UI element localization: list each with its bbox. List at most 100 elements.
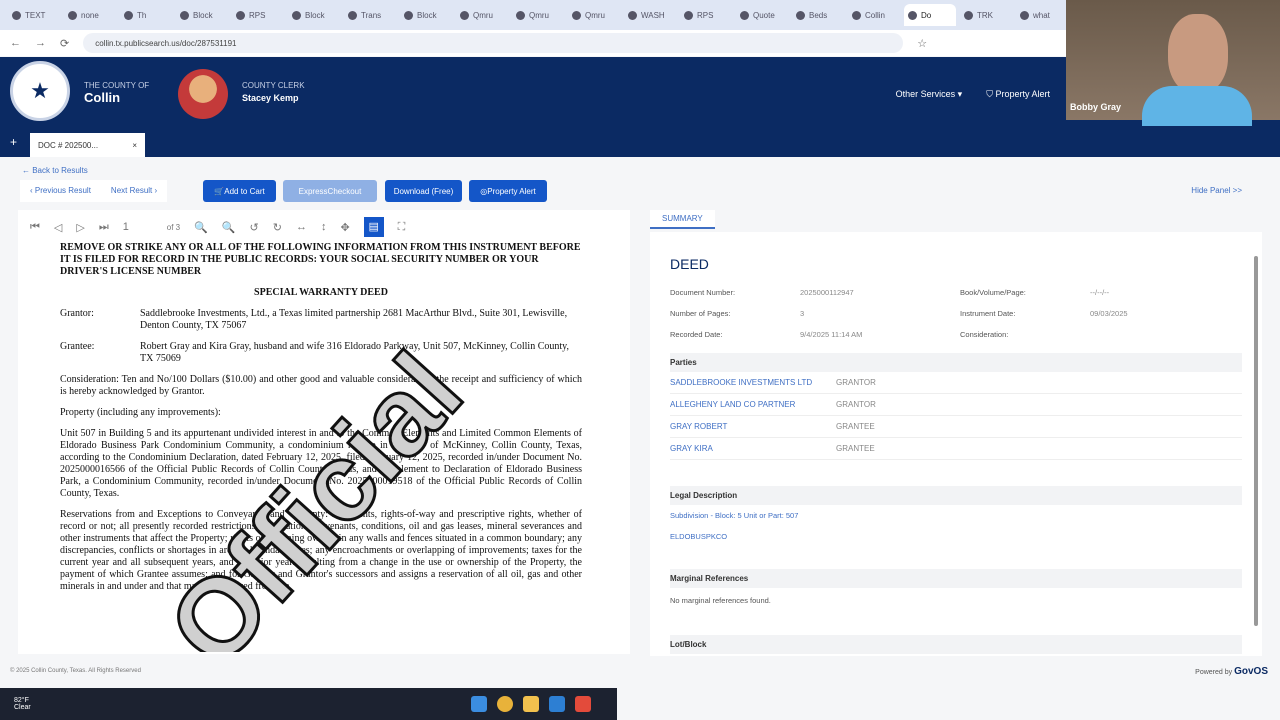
property-alert-button[interactable]: ◎ Property Alert — [469, 180, 547, 202]
hide-panel-link[interactable]: Hide Panel >> — [1191, 186, 1242, 195]
browser-tab-label: Block — [305, 10, 325, 20]
browser-tab-label: TEXT — [25, 10, 46, 20]
app-icon[interactable] — [548, 696, 565, 712]
browser-tab[interactable]: Qmru — [456, 4, 508, 26]
page-view-icon[interactable]: ▤ — [363, 217, 384, 237]
party-name-link[interactable]: GRAY ROBERT — [670, 422, 836, 431]
browser-tab-label: Qmru — [585, 10, 605, 20]
summary-panel: SUMMARY DEED Document Number: 20250001129… — [650, 210, 1262, 656]
browser-tab[interactable]: WASH — [624, 4, 676, 26]
field-label: Book/Volume/Page: — [960, 288, 1026, 297]
favicon-icon — [348, 10, 357, 20]
start-icon[interactable] — [470, 696, 487, 712]
next-result-button[interactable]: Next Result › — [101, 180, 167, 202]
bookmark-star-icon[interactable]: ☆ — [917, 37, 927, 50]
deed-title: SPECIAL WARRANTY DEED — [254, 287, 388, 298]
browser-tab[interactable]: Beds — [792, 4, 844, 26]
back-icon[interactable]: ← — [10, 37, 21, 49]
first-page-icon[interactable]: ⏮ — [30, 221, 40, 234]
field-label: Consideration: — [960, 330, 1009, 339]
browser-tab[interactable]: Block — [400, 4, 452, 26]
chrome-icon[interactable] — [496, 696, 513, 712]
file-explorer-icon[interactable] — [522, 696, 539, 712]
browser-tab[interactable]: Th — [120, 4, 172, 26]
field-value — [1090, 330, 1230, 339]
browser-tab[interactable]: Block — [288, 4, 340, 26]
browser-tab-label: Trans — [361, 10, 382, 20]
browser-tab[interactable]: Qmru — [568, 4, 620, 26]
field-label: Number of Pages: — [670, 309, 731, 318]
browser-tab[interactable]: Do — [904, 4, 956, 26]
browser-tab-label: RPS — [697, 10, 714, 20]
prev-page-icon[interactable]: ◁ — [54, 221, 62, 234]
last-page-icon[interactable]: ⏭ — [99, 221, 109, 234]
zoom-in-icon[interactable]: 🔍 — [222, 221, 236, 234]
back-to-results-link[interactable]: ← Back to Results — [22, 166, 88, 175]
reload-icon[interactable]: ⟳ — [60, 37, 69, 50]
weather-widget[interactable]: 82°F Clear — [14, 697, 31, 711]
browser-tab[interactable]: RPS — [680, 4, 732, 26]
party-role: GRANTEE — [836, 422, 875, 431]
fit-height-icon[interactable]: ↕ — [321, 221, 327, 233]
clerk-name: Stacey Kemp — [242, 93, 299, 103]
browser-tab-label: TRK — [977, 10, 993, 20]
document-viewer: ⏮ ◁ ▷ ⏭ 1 of 3 🔍 🔍 ↺ ↻ ↔ ↕ ✥ ▤ ⛶ REMOVE … — [18, 210, 630, 654]
fit-width-icon[interactable]: ↔ — [296, 221, 307, 233]
favicon-icon — [852, 10, 861, 20]
browser-tab[interactable]: Block — [176, 4, 228, 26]
clerk-photo — [178, 69, 228, 119]
document-tab[interactable]: DOC # 202500... × — [30, 133, 145, 157]
browser-tab[interactable]: RPS — [232, 4, 284, 26]
legal-item[interactable]: Subdivision - Block: 5 Unit or Part: 507 — [670, 505, 1242, 526]
browser-tab[interactable]: TRK — [960, 4, 1012, 26]
zoom-out-icon[interactable]: 🔍 — [194, 221, 208, 234]
party-row: ALLEGHENY LAND CO PARTNER GRANTOR — [670, 394, 1242, 416]
browser-tab[interactable]: what — [1016, 4, 1068, 26]
party-name-link[interactable]: ALLEGHENY LAND CO PARTNER — [670, 400, 836, 409]
field-label: Instrument Date: — [960, 309, 1016, 318]
clerk-label: COUNTY CLERK — [242, 81, 305, 90]
url-input[interactable]: collin.tx.publicsearch.us/doc/287531191 — [83, 33, 904, 53]
favicon-icon — [236, 10, 245, 20]
rotate-left-icon[interactable]: ↺ — [250, 221, 259, 234]
legal-item[interactable]: ELDOBUSPKCO — [670, 526, 1242, 547]
county-seal-logo[interactable]: ★ — [10, 61, 70, 121]
browser-tab[interactable]: none — [64, 4, 116, 26]
browser-tab[interactable]: Quote — [736, 4, 788, 26]
summary-fields: Document Number: 2025000112947 Book/Volume… — [670, 288, 1242, 339]
fullscreen-icon[interactable]: ⛶ — [398, 221, 406, 234]
panel-scrollbar[interactable] — [1254, 256, 1258, 626]
party-name-link[interactable]: GRAY KIRA — [670, 444, 836, 453]
express-checkout-button[interactable]: ExpressCheckout — [283, 180, 377, 202]
browser-tab-label: Collin — [865, 10, 886, 20]
browser-tab[interactable]: Collin — [848, 4, 900, 26]
grantee-text: Robert Gray and Kira Gray, husband and w… — [140, 341, 569, 364]
property-alert-button-label: Property Alert — [487, 186, 536, 196]
rotate-right-icon[interactable]: ↻ — [273, 221, 282, 234]
property-alert-link[interactable]: ⛉ Property Alert — [986, 89, 1050, 100]
recorder-icon[interactable] — [574, 696, 591, 712]
close-icon[interactable]: × — [132, 141, 137, 150]
other-services-menu[interactable]: Other Services ▾ — [896, 89, 963, 100]
previous-result-button[interactable]: ‹ Previous Result — [20, 180, 101, 202]
browser-tab-label: Block — [417, 10, 437, 20]
browser-tab[interactable]: Qmru — [512, 4, 564, 26]
page-number-input[interactable]: 1 — [123, 221, 153, 233]
copyright: © 2025 Collin County, Texas. All Rights … — [10, 668, 141, 674]
tab-summary[interactable]: SUMMARY — [650, 210, 715, 229]
cart-icon: 🛒 — [214, 186, 225, 196]
grantee-label: Grantee: — [60, 341, 95, 352]
add-to-cart-button[interactable]: 🛒 Add to Cart — [203, 180, 276, 202]
powered-by: Powered by GovOS — [1195, 666, 1268, 677]
next-page-icon[interactable]: ▷ — [76, 221, 84, 234]
favicon-icon — [460, 10, 469, 20]
pan-icon[interactable]: ✥ — [340, 221, 349, 234]
browser-tab[interactable]: Trans — [344, 4, 396, 26]
favicon-icon — [684, 10, 693, 20]
browser-tab[interactable]: TEXT — [8, 4, 60, 26]
add-tab-button[interactable]: + — [10, 135, 17, 149]
forward-icon[interactable]: → — [35, 37, 46, 49]
party-name-link[interactable]: SADDLEBROOKE INVESTMENTS LTD — [670, 378, 836, 387]
document-tabs: + DOC # 202500... × — [0, 129, 1280, 157]
download-button[interactable]: Download (Free) — [385, 180, 462, 202]
